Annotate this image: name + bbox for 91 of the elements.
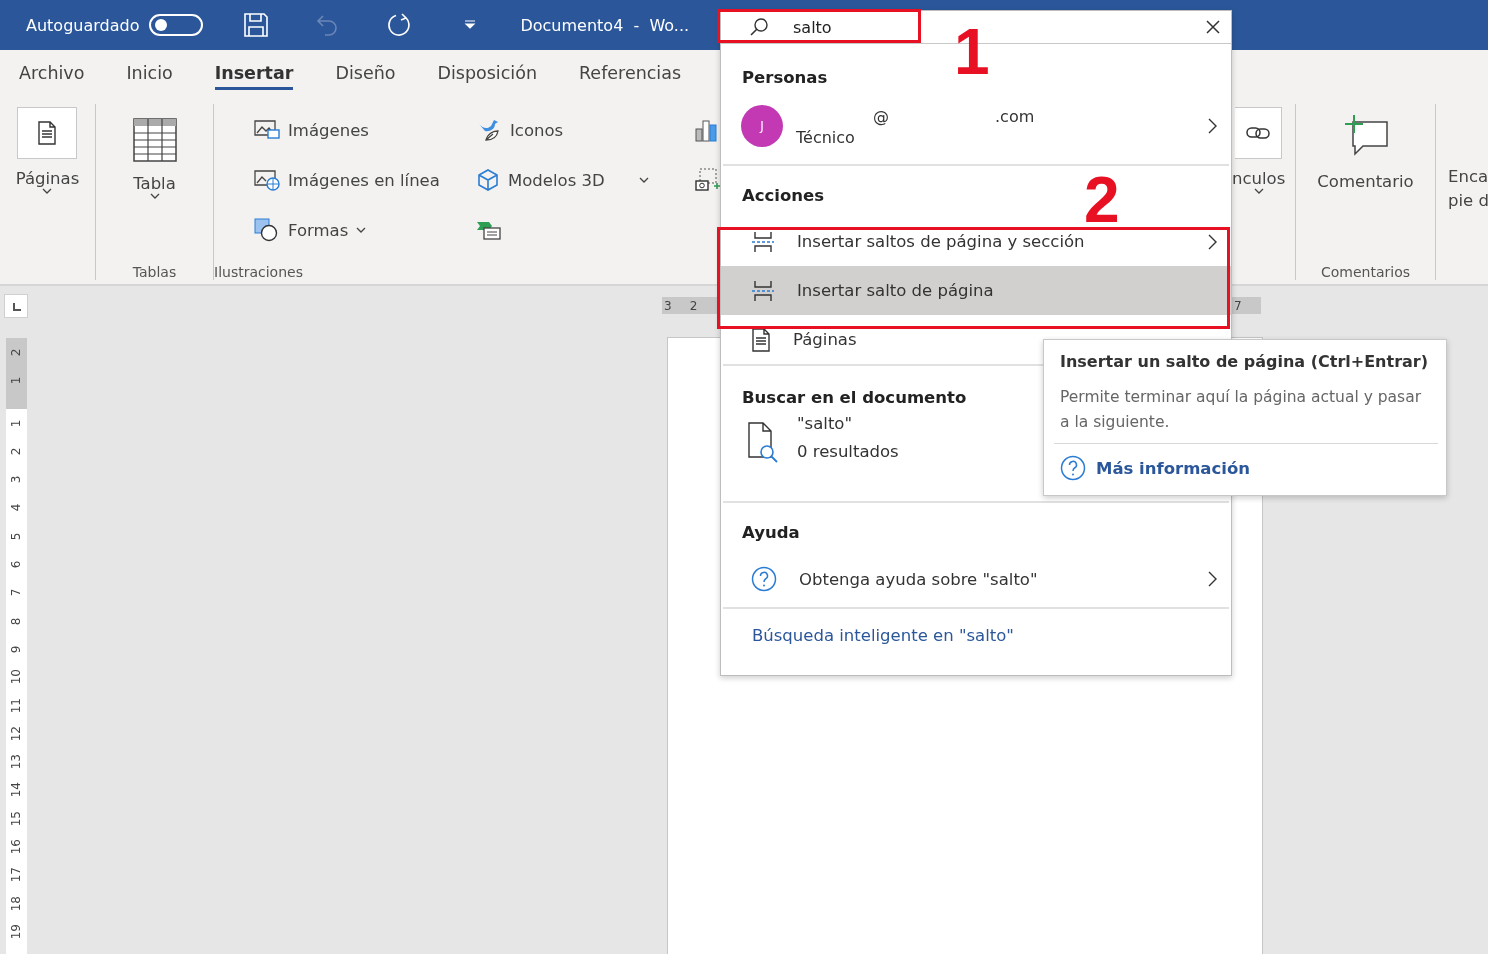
ruler-number: 5 [8,531,24,542]
ruler-number: 14 [8,781,24,801]
bird-leaf-icon [476,118,502,142]
section-heading: Acciones [741,185,825,207]
help-icon [751,566,777,592]
ribbon-command[interactable]: Formas [254,216,476,244]
ruler-number: 2 [689,298,698,313]
page-break-icon [751,230,775,253]
picture-icon [254,119,280,141]
document-title: Documento4 - Wo... [520,15,690,35]
ribbon-tab[interactable]: Disposición [437,58,537,90]
help-item[interactable]: Obtenga ayuda sobre "salto" [721,551,1231,607]
autosave-toggle[interactable] [149,14,204,36]
caret-icon [149,193,160,199]
ruler-number: 1 [8,375,24,387]
chevron-right-icon [1208,118,1217,134]
avatar: J [741,105,783,147]
group-label: Ilustraciones [214,264,303,280]
ruler-number: 3 [8,474,24,486]
ribbon-command[interactable]: Imágenes en línea [254,166,476,194]
search-query: "salto" [797,414,854,433]
ruler-number: 4 [8,502,24,514]
chevron-right-icon [1208,571,1217,587]
ribbon-tab[interactable]: Diseño [335,58,396,90]
page-icon [37,121,58,145]
close-icon[interactable] [1206,20,1220,34]
page-icon [751,327,771,352]
help-icon [1060,455,1086,481]
tooltip-description: Permite terminar aquí la página actual y pasar a la siguiente. [1060,387,1422,433]
ruler-number: 8 [8,616,24,627]
comment-button[interactable]: Comentario [1317,114,1414,191]
redo-icon[interactable] [386,12,413,38]
ruler-number: 11 [8,697,24,716]
more-info-link[interactable]: Más información [1096,458,1251,478]
person-result[interactable]: J @ .com Técnico [721,88,1231,164]
ribbon-command[interactable]: Iconos [476,116,694,144]
ruler-number: 16 [8,838,24,857]
result-count: 0 resultados [797,442,899,461]
ruler-number: 7 [1234,298,1242,313]
section-heading: Ayuda [741,522,800,544]
button-label: Enca [1448,166,1488,188]
ribbon-tab[interactable]: Referencias [579,58,682,90]
section-heading: Personas [741,67,828,88]
save-icon[interactable] [243,12,270,38]
email-text: .com [995,107,1035,126]
ruler-number: 10 [8,668,24,688]
ruler-number: 17 [8,866,24,886]
ruler-number: 13 [8,753,24,772]
ruler-number: 12 [8,725,24,744]
tooltip-title: Insertar un salto de página (Ctrl+Entrar) [1060,352,1430,371]
ruler-number: 7 [8,587,24,599]
caret-icon [42,188,53,194]
link-icon [1245,125,1272,141]
ruler-number: 6 [8,559,24,571]
table-button[interactable]: Tabla [132,118,177,199]
smartart-icon [476,219,502,241]
customize-caret-icon[interactable] [464,20,477,30]
header-footer-button[interactable]: Enca pie d [1436,107,1488,213]
bar-chart-icon [694,117,720,143]
online-picture-icon [254,169,280,191]
ruler-number: 18 [8,895,24,914]
page-break-icon [751,279,775,302]
tab-stop-selector[interactable] [4,294,28,318]
ruler-number: 3 [664,298,672,313]
cube-icon [476,168,500,192]
autosave-label: Autoguardado [26,15,140,35]
ruler-number: 2 [8,446,24,457]
group-label: Tablas [132,264,177,280]
ribbon-tab[interactable]: Insertar [214,58,294,90]
ruler-number: 1 [8,417,24,429]
button-label: pie d [1448,190,1488,212]
search-icon [749,17,769,37]
ribbon-tab[interactable]: Inicio [126,58,173,90]
caret-icon [1253,188,1264,194]
section-heading: Buscar en el documento [741,387,967,409]
ribbon-command[interactable]: Imágenes [254,116,476,144]
action-item[interactable]: Insertar salto de página [721,266,1231,315]
smart-lookup-link[interactable]: Búsqueda inteligente en "salto" [752,626,1014,645]
ruler-number: 9 [8,644,24,655]
shapes-icon [254,218,280,242]
ribbon-tab[interactable]: Archivo [19,58,85,90]
ribbon-command[interactable]: Modelos 3D [476,166,694,194]
email-text: @ [873,107,889,126]
ruler-number: 2 [8,347,24,358]
table-icon [132,118,177,162]
ribbon-icon-button[interactable] [694,166,720,194]
annotation-number: 2 [1084,168,1120,232]
ruler-number: 15 [8,810,24,829]
group-label: Comentarios [1320,264,1410,280]
ruler-number: 19 [8,923,24,942]
person-role: Técnico [796,128,856,147]
